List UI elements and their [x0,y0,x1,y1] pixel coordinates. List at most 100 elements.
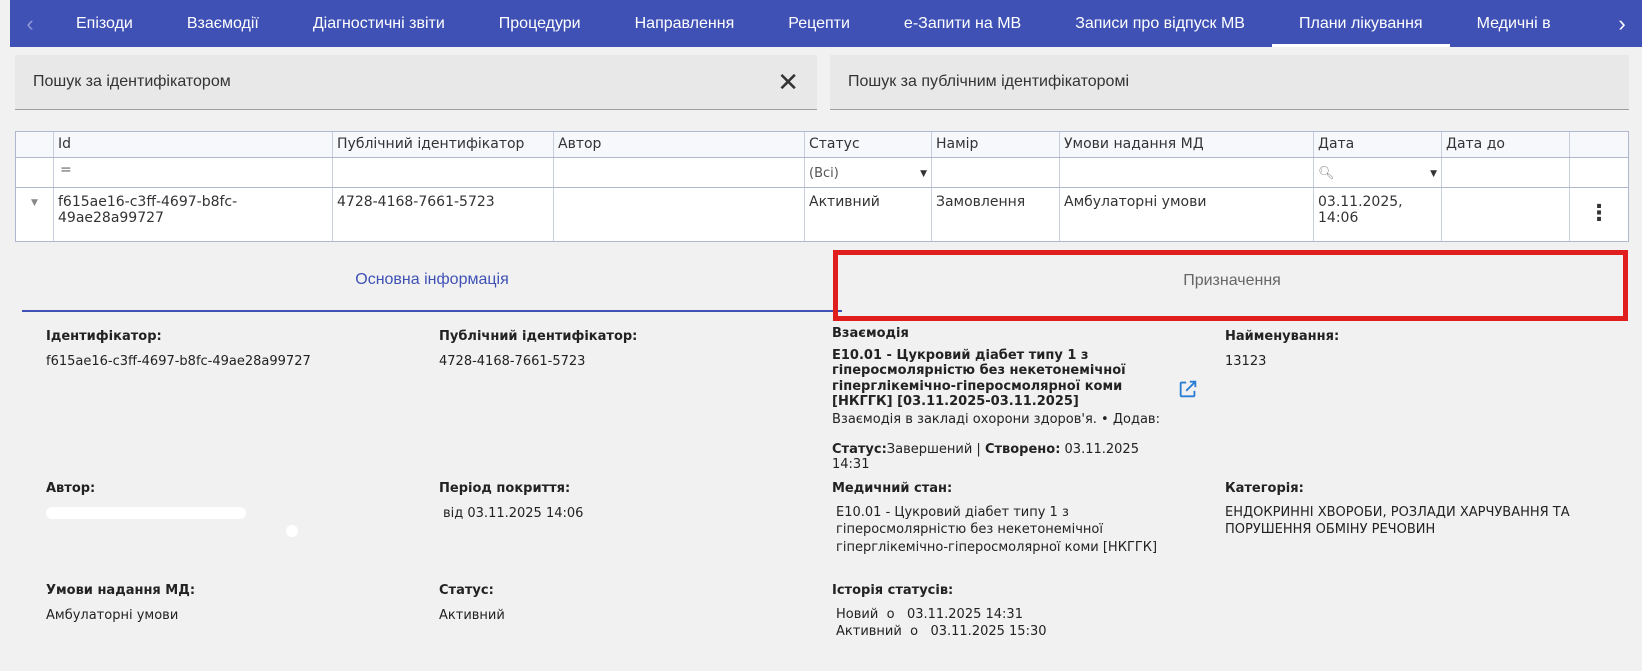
header-actions [1570,132,1628,157]
column-header-id[interactable]: Id [54,132,333,157]
conditions-value: Амбулаторні умови [46,607,179,623]
cell-id: f615ae16-c3ff-4697-b8fc-49ae28a99727 [54,188,333,241]
category-value: ЕНДОКРИННІ ХВОРОБИ, РОЗЛАДИ ХАРЧУВАННЯ Т… [1225,504,1570,538]
caret-down-icon: ▼ [1430,168,1437,179]
filter-status[interactable]: (Всі) ▼ [805,158,932,187]
search-icon: 🔍︎ [1318,166,1335,181]
history-item: Новий о 03.11.2025 14:31 [832,606,1192,624]
column-header-date[interactable]: Дата [1314,132,1442,157]
column-header-intent[interactable]: Намір [932,132,1060,157]
period-value: від 03.11.2025 14:06 [443,505,584,521]
more-vert-icon[interactable]: ⋮ [1570,188,1628,241]
status-history-field: Історія статусів: Новий о 03.11.2025 14:… [832,582,1192,641]
column-header-conditions[interactable]: Умови надання МД [1060,132,1314,157]
filter-date[interactable]: 🔍︎ ▼ [1314,158,1442,187]
history-status: Активний [836,624,902,640]
condition-field: Медичний стан: E10.01 - Цукровий діабет … [832,480,1192,556]
search-id-input[interactable] [33,73,778,91]
filter-date-to[interactable] [1442,158,1570,187]
tab-treatment-plans[interactable]: Плани лікування [1271,0,1450,47]
tab-interactions[interactable]: Взаємодії [160,0,286,47]
grid-filter-row: = (Всі) ▼ 🔍︎ ▼ [16,158,1628,188]
open-in-new-icon[interactable] [1177,378,1199,400]
tab-dispense-records[interactable]: Записи про відпуск МВ [1048,0,1272,47]
category-label: Категорія: [1225,481,1304,496]
search-by-public-id [830,55,1629,110]
history-time: 03.11.2025 14:31 [906,606,1023,622]
history-sep: о [910,624,919,640]
history-status: Новий [836,606,879,622]
cell-public-id: 4728-4168-7661-5723 [333,188,554,241]
filter-public-id[interactable] [333,158,554,187]
public-id-label: Публічний ідентифікатор: [439,329,638,344]
author-label: Автор: [46,481,96,496]
condition-value: E10.01 - Цукровий діабет типу 1 з гіперо… [836,504,1158,555]
header-expand [16,132,54,157]
interaction-sep: | [972,441,985,457]
column-header-date-to[interactable]: Дата до [1442,132,1570,157]
status-label: Статус: [439,583,494,598]
period-field: Період покриття: від 03.11.2025 14:06 [439,480,799,524]
caret-down-icon: ▼ [920,168,927,179]
identifier-label: Ідентифікатор: [46,329,162,344]
treatment-plans-grid: Id Публічний ідентифікатор Автор Статус … [15,131,1629,242]
public-id-value: 4728-4168-7661-5723 [439,353,586,369]
interaction-status-value: Завершений [886,441,973,457]
chevron-right-icon[interactable]: › [1602,0,1642,47]
history-label: Історія статусів: [832,583,954,598]
interaction-sub: Взаємодія в закладі охорони здоров'я. • … [832,411,1160,427]
tab-procedures[interactable]: Процедури [472,0,608,47]
filter-expand [16,158,54,187]
period-label: Період покриття: [439,481,571,496]
interaction-status-line: Статус:Завершений | Створено: 03.11.2025… [832,442,1177,473]
conditions-field: Умови надання МД: Амбулаторні умови [46,582,406,626]
interaction-created-label: Створено: [984,441,1061,457]
column-header-author[interactable]: Автор [554,132,805,157]
status-value: Активний [439,607,505,623]
status-field: Статус: Активний [439,582,799,626]
condition-label: Медичний стан: [832,481,953,496]
filter-id[interactable]: = [54,158,333,187]
history-time: 03.11.2025 15:30 [930,624,1047,640]
table-row[interactable]: ▼ f615ae16-c3ff-4697-b8fc-49ae28a99727 4… [16,188,1628,241]
redacted-mark [286,524,298,537]
author-field: Автор: [46,480,406,537]
chevron-left-icon[interactable]: ‹ [10,0,50,47]
tab-main-info[interactable]: Основна інформація [22,250,842,312]
filter-author[interactable] [554,158,805,187]
tab-assignments[interactable]: Призначення [842,250,1622,312]
tab-episodes[interactable]: Епізоди [50,0,160,47]
interaction-status-label: Статус: [832,441,887,457]
collapse-icon[interactable]: ▼ [16,188,54,241]
tab-e-requests[interactable]: е-Запити на МВ [877,0,1048,47]
filter-intent[interactable] [932,158,1060,187]
equals-icon: = [60,162,72,178]
interaction-label: Взаємодія [832,326,909,341]
grid-header-row: Id Публічний ідентифікатор Автор Статус … [16,132,1628,158]
conditions-label: Умови надання МД: [46,583,196,598]
tab-prescriptions[interactable]: Рецепти [761,0,877,47]
history-item: Активний о 03.11.2025 15:30 [832,623,1192,641]
name-label: Найменування: [1225,329,1340,344]
search-by-id: ✕ [15,55,817,110]
nav-tabs: Епізоди Взаємодії Діагностичні звіти Про… [50,0,1602,47]
interaction-title[interactable]: E10.01 - Цукровий діабет типу 1 з гіперо… [832,348,1177,410]
filter-conditions[interactable] [1060,158,1314,187]
cell-status: Активний [805,188,932,241]
history-sep: о [886,606,895,622]
close-icon[interactable]: ✕ [777,67,799,98]
cell-conditions: Амбулаторні умови [1060,188,1314,241]
filter-status-value: (Всі) [809,166,839,181]
interaction-field: Взаємодія E10.01 - Цукровий діабет типу … [832,326,1177,473]
cell-intent: Замовлення [932,188,1060,241]
tab-diagnostic-reports[interactable]: Діагностичні звіти [286,0,472,47]
cell-author [554,188,805,241]
cell-date: 03.11.2025, 14:06 [1314,188,1442,241]
name-value: 13123 [1225,353,1267,369]
tab-referrals[interactable]: Направлення [608,0,762,47]
cell-date-to [1442,188,1570,241]
column-header-status[interactable]: Статус [805,132,932,157]
column-header-public-id[interactable]: Публічний ідентифікатор [333,132,554,157]
search-public-id-input[interactable] [848,73,1611,91]
tab-medical[interactable]: Медичні в [1450,0,1578,47]
